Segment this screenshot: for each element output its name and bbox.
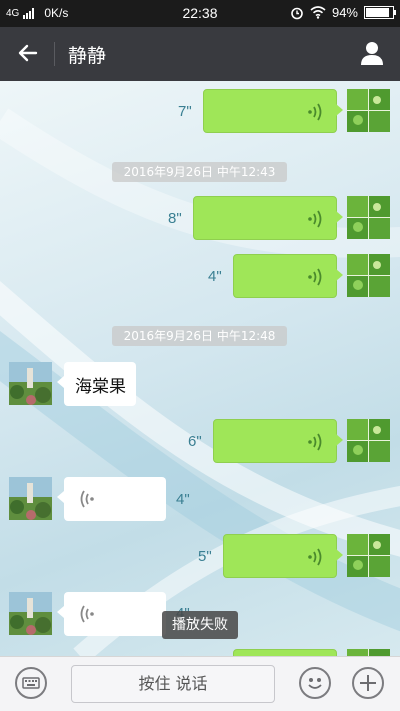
plus-glyph <box>360 675 376 691</box>
keyboard-glyph <box>22 677 40 689</box>
voice-message-sent[interactable] <box>223 534 343 578</box>
contact-avatar[interactable] <box>9 592 52 635</box>
voice-duration: 5" <box>198 548 212 565</box>
voice-message-sent[interactable] <box>213 419 343 463</box>
voice-duration: 6" <box>188 433 202 450</box>
battery-percent: 94% <box>331 5 358 20</box>
status-bar: 4G 0K/s 22:38 94% <box>0 0 400 27</box>
contact-avatar[interactable] <box>9 362 52 405</box>
toast-message: 播放失败 <box>162 611 238 639</box>
emoji-icon[interactable] <box>299 667 331 699</box>
voice-wave-icon <box>80 605 94 623</box>
contact-avatar[interactable] <box>9 477 52 520</box>
voice-wave-icon <box>308 210 322 228</box>
text-message-received[interactable]: 海棠果 <box>57 362 136 406</box>
input-bar: 按住 说话 <box>0 656 400 711</box>
voice-duration: 4" <box>208 268 222 285</box>
voice-message-sent[interactable] <box>233 254 343 298</box>
chat-header: 静静 <box>0 27 400 81</box>
person-icon[interactable] <box>358 39 386 67</box>
keyboard-icon[interactable] <box>15 667 47 699</box>
timestamp: 2016年9月26日 中午12:43 <box>112 162 287 182</box>
my-avatar[interactable] <box>347 649 390 656</box>
voice-wave-icon <box>308 268 322 286</box>
message-list[interactable]: 7" 2016年9月26日 中午12:43 8" 4" 2016年9月26日 中… <box>0 81 400 656</box>
my-avatar[interactable] <box>347 419 390 462</box>
chat-title: 静静 <box>68 45 107 67</box>
hold-to-talk-button[interactable]: 按住 说话 <box>71 665 275 703</box>
voice-message-sent[interactable] <box>203 89 343 133</box>
my-avatar[interactable] <box>347 254 390 297</box>
voice-wave-icon <box>308 548 322 566</box>
message-text: 海棠果 <box>75 377 126 397</box>
timestamp: 2016年9月26日 中午12:48 <box>112 326 287 346</box>
voice-wave-icon <box>308 433 322 451</box>
voice-message-sent[interactable] <box>233 649 337 656</box>
voice-message-received[interactable] <box>57 477 166 521</box>
voice-message-sent[interactable] <box>193 196 343 240</box>
voice-message-received[interactable] <box>57 592 166 636</box>
voice-duration: 8" <box>168 210 182 227</box>
my-avatar[interactable] <box>347 196 390 239</box>
emoji-glyph <box>308 678 322 689</box>
plus-icon[interactable] <box>352 667 384 699</box>
voice-wave-icon <box>308 103 322 121</box>
header-divider <box>54 42 55 66</box>
voice-duration: 7" <box>178 103 192 120</box>
my-avatar[interactable] <box>347 534 390 577</box>
battery-icon <box>364 6 396 19</box>
back-arrow-icon[interactable] <box>14 39 42 67</box>
alarm-icon <box>291 7 303 19</box>
wifi-icon <box>310 6 326 19</box>
voice-wave-icon <box>80 490 94 508</box>
voice-duration: 4" <box>176 491 190 508</box>
my-avatar[interactable] <box>347 89 390 132</box>
